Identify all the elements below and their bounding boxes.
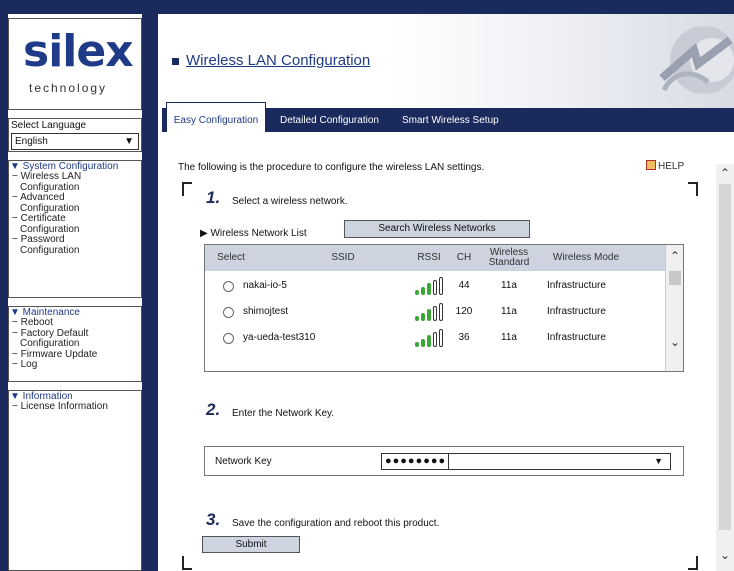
sidebar-panel: silex technology Select Language English… xyxy=(8,14,142,571)
help-icon xyxy=(646,160,656,170)
submit-button[interactable]: Submit xyxy=(202,536,300,553)
step-number: 2. xyxy=(206,400,221,419)
menu-item-label: − Password xyxy=(12,234,65,245)
network-radio[interactable] xyxy=(223,333,234,344)
help-link[interactable]: HELP xyxy=(646,160,684,172)
header-decoration-icon xyxy=(659,26,734,94)
frame-corner xyxy=(688,182,698,196)
menu-maintenance: ▼ Maintenance − Reboot − Factory Default… xyxy=(8,306,142,382)
signal-strength-icon xyxy=(415,303,445,321)
chevron-up-icon[interactable]: ⌃ xyxy=(720,166,730,180)
mode-cell: Infrastructure xyxy=(547,280,606,291)
menu-item-license-information[interactable]: − License Information xyxy=(9,401,141,413)
language-value: English xyxy=(15,136,48,147)
step-text: Enter the Network Key. xyxy=(232,408,335,419)
chevron-down-icon[interactable]: ⌄ xyxy=(720,548,730,562)
mode-cell: Infrastructure xyxy=(547,332,606,343)
table-row[interactable]: shimojtest 120 11a Infrastructure xyxy=(205,299,665,325)
standard-cell: 11a xyxy=(501,306,517,317)
page-header: Wireless LAN Configuration xyxy=(158,14,734,108)
menu-item-label: − Wireless LAN xyxy=(12,171,82,182)
column-header-mode: Wireless Mode xyxy=(552,252,620,263)
menu-item-label: − Certificate xyxy=(12,213,66,224)
menu-item-wireless-lan[interactable]: − Wireless LAN Configuration xyxy=(9,171,141,193)
chevron-down-icon: ▼ xyxy=(124,136,134,147)
content-area: The following is the procedure to config… xyxy=(158,132,718,571)
page-title: Wireless LAN Configuration xyxy=(186,52,371,69)
search-networks-button[interactable]: Search Wireless Networks xyxy=(344,220,530,238)
mode-cell: Infrastructure xyxy=(547,306,606,317)
step-text: Select a wireless network. xyxy=(232,196,348,207)
column-header-rssi: RSSI xyxy=(417,252,441,263)
network-radio[interactable] xyxy=(223,281,234,292)
frame-corner xyxy=(182,556,192,570)
menu-system: ▼ System Configuration − Wireless LAN Con… xyxy=(8,160,142,298)
table-row[interactable]: ya-ueda-test310 36 11a Infrastructure xyxy=(205,325,665,351)
menu-item-factory-default[interactable]: − Factory Default Configuration xyxy=(9,327,141,350)
network-radio[interactable] xyxy=(223,307,234,318)
signal-strength-icon xyxy=(415,277,445,295)
language-selector-panel: Select Language English ▼ xyxy=(8,118,142,152)
column-header-ch: CH xyxy=(456,252,472,263)
step-text: Save the configuration and reboot this p… xyxy=(232,518,440,529)
language-select[interactable]: English ▼ xyxy=(11,133,139,150)
table-scrollbar[interactable]: ⌃ ⌄ xyxy=(665,245,683,371)
help-label: HELP xyxy=(658,161,685,172)
logo: silex technology xyxy=(8,18,142,110)
menu-item-label-cont: Configuration xyxy=(20,244,80,256)
frame-corner xyxy=(182,182,192,196)
main-panel: Wireless LAN Configuration Easy Configur… xyxy=(158,14,734,571)
chevron-up-icon[interactable]: ⌃ xyxy=(670,249,680,263)
network-key-value: ●●●●●●●● xyxy=(385,454,450,469)
logo-tagline: technology xyxy=(29,81,108,95)
page-scrollbar[interactable]: ⌃ ⌄ xyxy=(716,164,734,571)
menu-information: ▼ Information − License Information xyxy=(8,390,142,571)
tab-smart-wireless-setup[interactable]: Smart Wireless Setup xyxy=(400,110,501,132)
menu-item-label: − Factory Default xyxy=(12,327,89,339)
column-header-select: Select xyxy=(217,252,245,263)
signal-strength-icon xyxy=(415,329,445,347)
chevron-down-icon[interactable]: ⌄ xyxy=(670,335,680,349)
step-number: 3. xyxy=(206,510,221,529)
network-key-row: Network Key ●●●●●●●● ▼ xyxy=(204,446,684,476)
menu-item-label-cont: Configuration xyxy=(20,338,80,349)
tab-easy-configuration[interactable]: Easy Configuration xyxy=(166,102,266,132)
sidebar: silex technology Select Language English… xyxy=(0,0,148,571)
table-header: Select SSID RSSI CH Wireless Standard Wi… xyxy=(205,245,665,271)
menu-item-certificate[interactable]: − Certificate Configuration xyxy=(9,213,141,235)
column-header-standard: Wireless Standard xyxy=(488,247,530,268)
title-bullet-icon xyxy=(172,58,179,65)
logo-wordmark: silex xyxy=(23,26,134,77)
intro-text: The following is the procedure to config… xyxy=(178,162,485,173)
channel-cell: 44 xyxy=(458,280,470,291)
dropdown-arrow-icon: ▼ xyxy=(654,456,664,466)
ssid-cell: nakai-io-5 xyxy=(243,280,287,291)
ssid-cell: ya-ueda-test310 xyxy=(243,332,316,343)
network-key-label: Network Key xyxy=(215,456,272,467)
menu-item-label: − Advanced xyxy=(12,192,65,203)
network-key-input[interactable]: ●●●●●●●● ▼ xyxy=(381,453,671,470)
ssid-cell: shimojtest xyxy=(243,306,289,317)
menu-item-log[interactable]: − Log xyxy=(9,359,141,371)
frame-corner xyxy=(688,556,698,570)
standard-cell: 11a xyxy=(501,280,517,291)
standard-cell: 11a xyxy=(501,332,517,343)
channel-cell: 120 xyxy=(455,306,473,317)
table-row[interactable]: nakai-io-5 44 11a Infrastructure xyxy=(205,273,665,299)
menu-item-advanced[interactable]: − Advanced Configuration xyxy=(9,192,141,214)
network-list-label: ▶ Wireless Network List xyxy=(200,228,307,239)
channel-cell: 36 xyxy=(458,332,470,343)
tab-detailed-configuration[interactable]: Detailed Configuration xyxy=(278,110,381,132)
menu-item-password[interactable]: − Password Configuration xyxy=(9,234,141,256)
network-table: Select SSID RSSI CH Wireless Standard Wi… xyxy=(204,244,684,372)
column-header-ssid: SSID xyxy=(331,252,355,263)
page-scrollbar-thumb[interactable] xyxy=(719,184,731,530)
language-label: Select Language xyxy=(11,120,87,131)
step-number: 1. xyxy=(206,188,221,207)
table-scrollbar-thumb[interactable] xyxy=(669,271,681,285)
tab-bar: Easy Configuration Detailed Configuratio… xyxy=(162,102,734,132)
